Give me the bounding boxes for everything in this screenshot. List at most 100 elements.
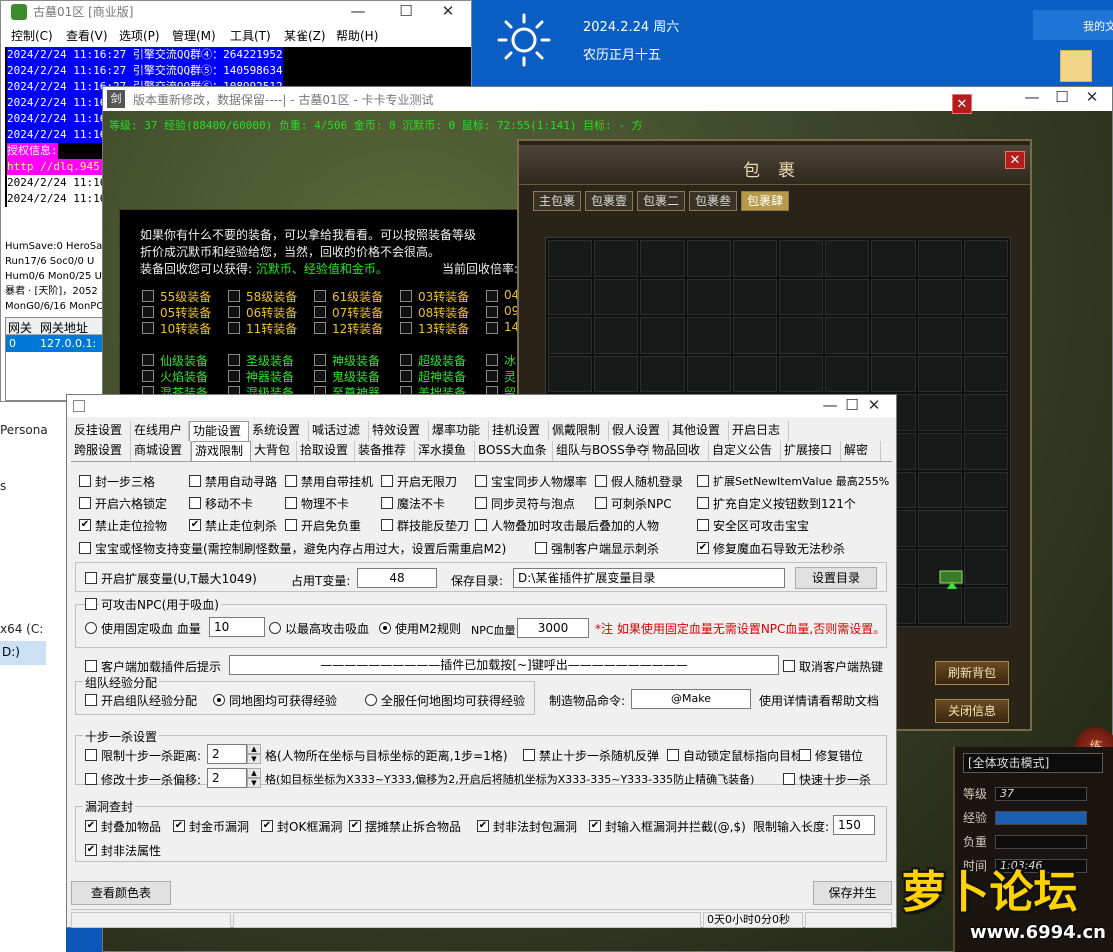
checkbox[interactable] <box>189 475 201 487</box>
checkbox[interactable] <box>314 354 326 366</box>
checkbox[interactable] <box>314 322 326 334</box>
checkbox-checked[interactable]: ✔ <box>85 820 97 832</box>
tab-custom-notice[interactable]: 自定义公告 <box>709 441 781 461</box>
tab-pickup[interactable]: 拾取设置 <box>297 441 355 461</box>
bag-slot[interactable] <box>963 548 1008 586</box>
bag-slot[interactable] <box>779 355 824 393</box>
tab-drop-rate[interactable]: 爆率功能 <box>429 421 489 441</box>
checkbox[interactable] <box>400 322 412 334</box>
sidebar-label-drive-c[interactable]: x64 (C: <box>0 622 43 636</box>
bag-slot[interactable] <box>917 240 962 277</box>
view-color-table-button[interactable]: 查看颜色表 <box>71 881 171 905</box>
bag-slot[interactable] <box>548 317 593 354</box>
radio-m2-rule[interactable] <box>379 622 391 634</box>
bag-tab-4[interactable]: 包裹肆 <box>741 191 789 211</box>
bag-slot[interactable] <box>963 587 1008 624</box>
checkbox[interactable] <box>381 497 393 509</box>
bag-slot[interactable] <box>963 432 1008 470</box>
tab-boss-hp[interactable]: BOSS大血条 <box>475 441 553 461</box>
tab-item-recycle[interactable]: 物品回收 <box>649 441 709 461</box>
checkbox[interactable] <box>475 497 487 509</box>
npc-hp-input[interactable]: 3000 <box>517 618 589 638</box>
checkbox[interactable] <box>381 519 393 531</box>
bag-slot[interactable] <box>779 317 824 354</box>
tab-shop[interactable]: 商城设置 <box>131 441 191 461</box>
bag-slot[interactable] <box>963 510 1008 547</box>
tab-shout-filter[interactable]: 喊话过滤 <box>309 421 369 441</box>
bag-slot[interactable] <box>732 355 777 393</box>
checkbox[interactable] <box>799 749 811 761</box>
bag-slot[interactable] <box>594 355 639 393</box>
sidebar-label-drive-d[interactable]: D:) <box>0 641 46 665</box>
bag-title-bar[interactable]: 包裹 ✕ <box>519 145 1030 185</box>
checkbox[interactable] <box>142 354 154 366</box>
tab-ext-api[interactable]: 扩展接口 <box>781 441 841 461</box>
checkbox[interactable] <box>486 290 498 302</box>
tab-decrypt[interactable]: 解密 <box>841 441 881 461</box>
menu-view[interactable]: 查看(V) <box>66 27 108 44</box>
checkbox[interactable] <box>285 497 297 509</box>
checkbox-checked[interactable]: ✔ <box>261 820 273 832</box>
checkbox[interactable] <box>486 354 498 366</box>
menu-control[interactable]: 控制(C) <box>11 27 53 44</box>
checkbox[interactable] <box>697 519 709 531</box>
client-hint-input[interactable]: ——————————插件已加载按[~]键呼出—————————— <box>229 655 779 675</box>
bag-slot[interactable] <box>871 240 916 277</box>
bag-slot[interactable] <box>963 471 1008 509</box>
checkbox[interactable] <box>314 306 326 318</box>
checkbox-checked[interactable]: ✔ <box>349 820 361 832</box>
bag-slot[interactable] <box>963 355 1008 393</box>
bag-slot[interactable] <box>871 317 916 354</box>
title-bar[interactable]: 古墓01区 [商业版] — ☐ ✕ <box>1 1 471 23</box>
bag-slot[interactable] <box>594 240 639 277</box>
bag-tab-1[interactable]: 包裹壹 <box>585 191 633 211</box>
spinner-up-icon[interactable]: ▲ <box>247 768 261 778</box>
set-dir-button[interactable]: 设置目录 <box>795 567 877 589</box>
checkbox[interactable] <box>85 572 97 584</box>
checkbox[interactable] <box>85 694 97 706</box>
close-icon[interactable]: ✕ <box>425 1 471 23</box>
bag-slot[interactable] <box>594 317 639 354</box>
bag-slot[interactable] <box>871 278 916 316</box>
tab-system-settings[interactable]: 系统设置 <box>249 421 309 441</box>
menu-tools[interactable]: 工具(T) <box>230 27 271 44</box>
spinner-down-icon[interactable]: ▼ <box>247 754 261 764</box>
bag-slot[interactable] <box>917 278 962 316</box>
bag-slot[interactable] <box>732 317 777 354</box>
checkbox[interactable] <box>142 306 154 318</box>
radio-same-map[interactable] <box>213 694 225 706</box>
close-icon[interactable]: ✕ <box>1005 151 1025 169</box>
tab-troubled-water[interactable]: 浑水摸鱼 <box>415 441 475 461</box>
checkbox-checked[interactable]: ✔ <box>697 542 709 554</box>
bag-slot[interactable] <box>686 355 731 393</box>
checkbox[interactable] <box>79 542 91 554</box>
checkbox[interactable] <box>285 519 297 531</box>
checkbox[interactable] <box>142 370 154 382</box>
checkbox-checked[interactable]: ✔ <box>189 519 201 531</box>
checkbox[interactable] <box>85 598 97 610</box>
checkbox[interactable] <box>523 749 535 761</box>
bag-slot[interactable] <box>732 240 777 277</box>
tab-game-limit[interactable]: 游戏限制 <box>191 441 251 461</box>
tab-team-boss[interactable]: 组队与BOSS争夺 <box>553 441 649 461</box>
checkbox[interactable] <box>314 370 326 382</box>
checkbox[interactable] <box>228 370 240 382</box>
bag-slot[interactable] <box>917 394 962 431</box>
tab-bot-settings[interactable]: 假人设置 <box>609 421 669 441</box>
sidebar-label-s[interactable]: s <box>0 479 6 493</box>
bag-slot[interactable] <box>825 355 870 393</box>
close-info-button[interactable]: 关闭信息 <box>935 699 1009 723</box>
bag-slot[interactable] <box>640 355 685 393</box>
column-header[interactable]: 网关地址 <box>40 319 88 336</box>
bag-slot[interactable] <box>686 240 731 277</box>
tab-anti-cheat[interactable]: 反挂设置 <box>71 421 131 441</box>
bag-slot[interactable] <box>640 240 685 277</box>
bag-slot[interactable] <box>594 278 639 316</box>
tab-afk[interactable]: 挂机设置 <box>489 421 549 441</box>
bag-tab-2[interactable]: 包裹二 <box>637 191 685 211</box>
maximize-icon[interactable]: ☐ <box>383 1 429 23</box>
bag-slot[interactable] <box>917 471 962 509</box>
checkbox[interactable] <box>475 475 487 487</box>
bag-slot[interactable] <box>779 240 824 277</box>
checkbox-checked[interactable]: ✔ <box>589 820 601 832</box>
